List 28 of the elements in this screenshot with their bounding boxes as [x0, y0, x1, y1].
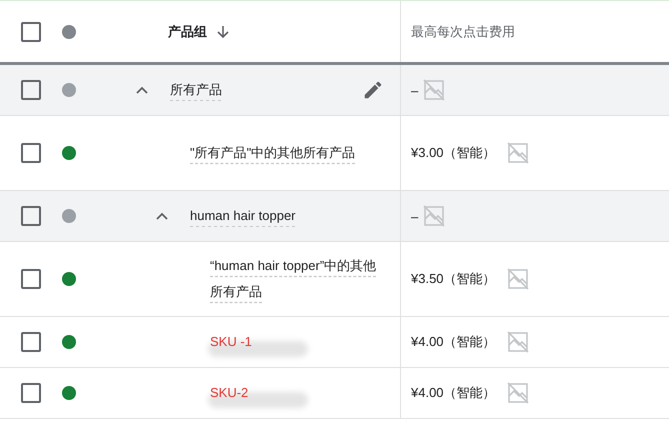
row-checkbox[interactable] [21, 143, 41, 163]
image-unavailable-icon [422, 204, 446, 228]
column-header[interactable]: 产品组 [168, 22, 207, 40]
bid-value[interactable]: – [411, 82, 418, 98]
image-unavailable-icon [422, 78, 446, 102]
bid-value[interactable]: ¥4.00（智能） [411, 384, 496, 402]
bid-value[interactable]: ¥4.00（智能） [411, 333, 496, 351]
column-header[interactable]: 最高每次点击费用 [411, 22, 515, 40]
row-checkbox[interactable] [21, 80, 41, 100]
select-all-checkbox[interactable] [21, 22, 41, 42]
row-checkbox[interactable] [21, 383, 41, 403]
product-group-name[interactable]: "所有产品"中的其他所有产品 [190, 140, 356, 166]
product-group-name[interactable]: SKU -1 [210, 329, 252, 355]
row-checkbox[interactable] [21, 332, 41, 352]
product-group-name[interactable]: SKU-2 [210, 380, 248, 406]
bid-value[interactable]: ¥3.50（智能） [411, 270, 496, 288]
edit-pencil-icon[interactable] [362, 79, 384, 101]
image-unavailable-icon [506, 330, 530, 354]
row-checkbox[interactable] [21, 206, 41, 226]
bid-value[interactable]: ¥3.00（智能） [411, 144, 496, 162]
product-group-name[interactable]: “human hair topper”中的其他所有产品 [210, 253, 382, 305]
status-dot [62, 24, 76, 38]
bid-value[interactable]: – [411, 208, 418, 224]
image-unavailable-icon [506, 141, 530, 165]
row-checkbox[interactable] [21, 269, 41, 289]
image-unavailable-icon [506, 267, 530, 291]
image-unavailable-icon [506, 381, 530, 405]
sort-arrow-icon[interactable] [215, 24, 231, 40]
